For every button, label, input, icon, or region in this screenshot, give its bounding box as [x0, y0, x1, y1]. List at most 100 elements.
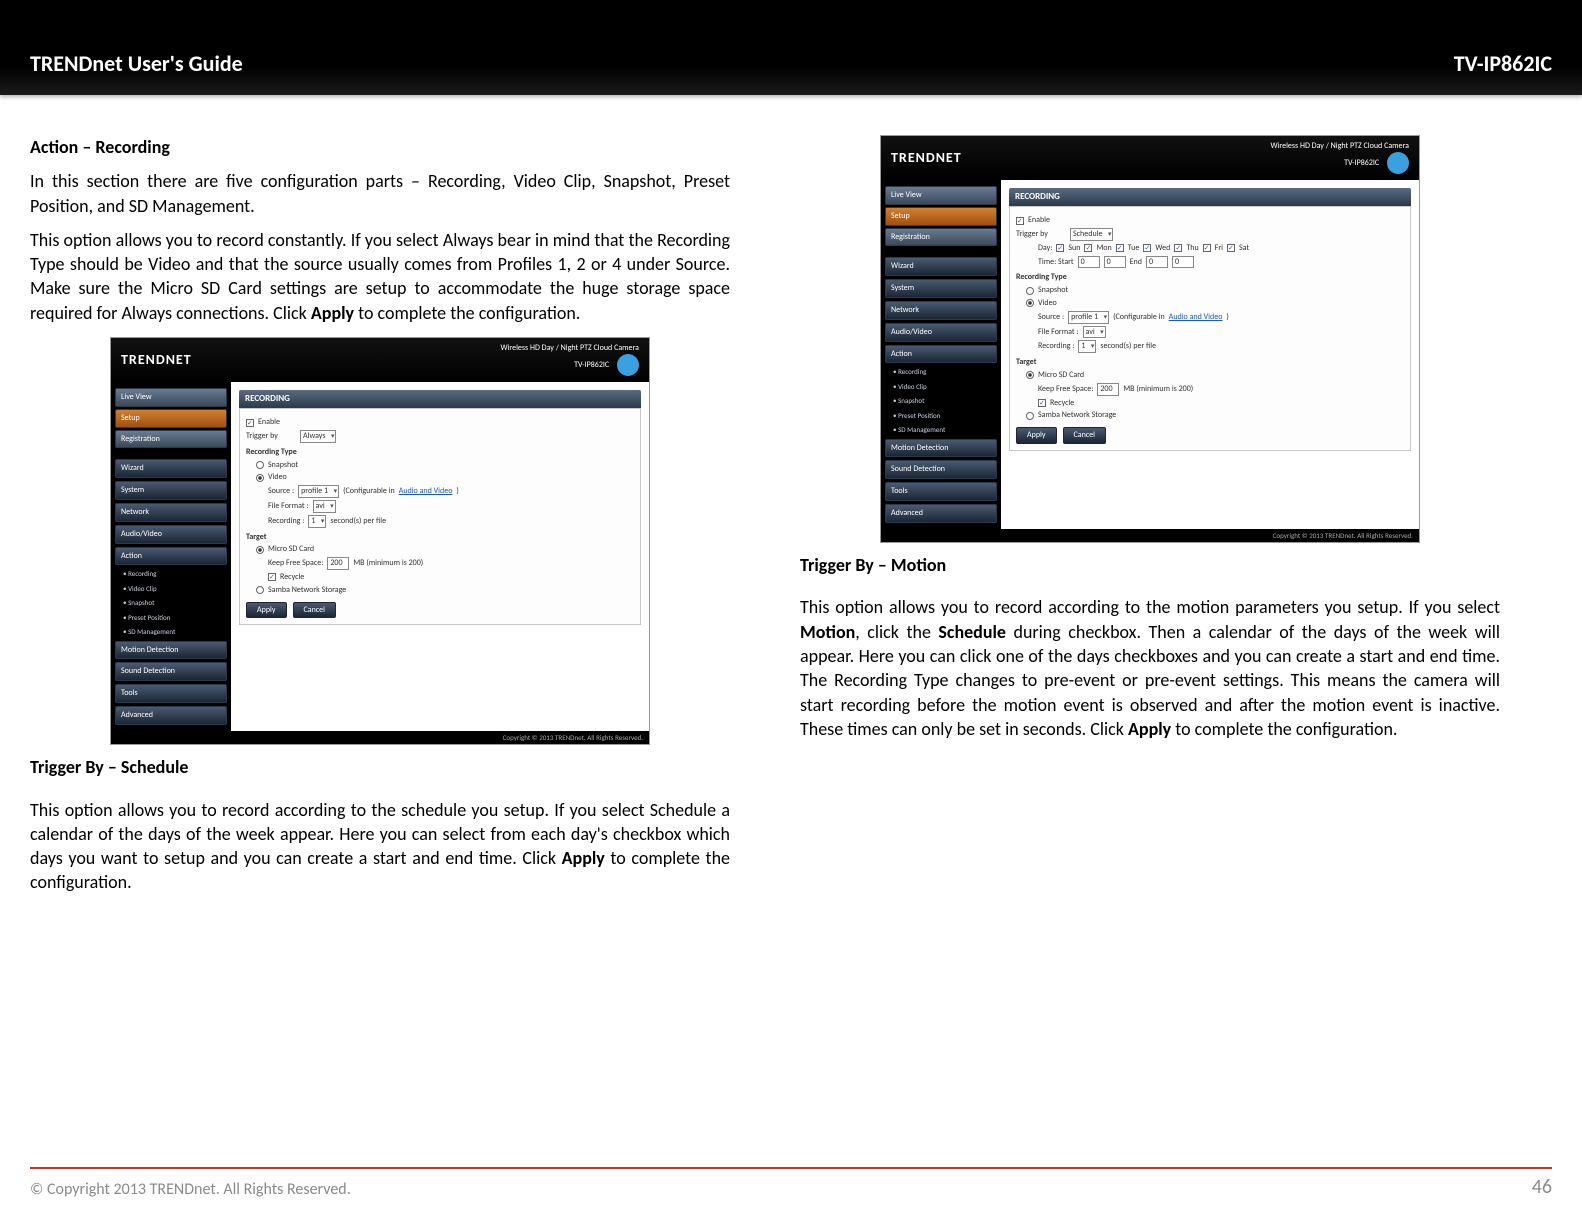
sub-sd-management[interactable]: • SD Management [115, 626, 227, 637]
sub-sd-management[interactable]: • SD Management [885, 424, 997, 435]
file-format-select[interactable]: avi [313, 500, 336, 513]
nav-system[interactable]: System [885, 279, 997, 298]
nav-tools[interactable]: Tools [885, 482, 997, 501]
sub-video-clip[interactable]: • Video Clip [115, 583, 227, 594]
nav-advanced[interactable]: Advanced [115, 706, 227, 725]
recycle-checkbox[interactable] [268, 573, 276, 581]
day-tue-checkbox[interactable] [1116, 244, 1124, 252]
end-min-input[interactable]: 0 [1172, 256, 1194, 269]
micro-sd-label: Micro SD Card [268, 544, 314, 555]
micro-sd-radio[interactable] [1026, 371, 1034, 379]
registration-button[interactable]: Registration [115, 430, 227, 449]
source-select[interactable]: profile 1 [298, 485, 339, 498]
day-thu: Thu [1186, 243, 1198, 254]
snapshot-radio[interactable] [256, 461, 264, 469]
model-number: TV-IP862IC [1454, 50, 1552, 77]
nav-audio-video[interactable]: Audio/Video [885, 323, 997, 342]
recording-seconds-select[interactable]: 1 [308, 515, 326, 528]
live-view-button[interactable]: Live View [115, 388, 227, 407]
trigger-by-select[interactable]: Always [300, 430, 336, 443]
nav-network[interactable]: Network [885, 301, 997, 320]
file-format-label: File Format : [268, 501, 309, 512]
day-fri-checkbox[interactable] [1203, 244, 1211, 252]
sub-preset-position[interactable]: • Preset Position [115, 612, 227, 623]
day-sun-checkbox[interactable] [1056, 244, 1064, 252]
ss-main-panel: RECORDING Enable Trigger bySchedule Day:… [1001, 180, 1419, 529]
day-sun: Sun [1068, 243, 1080, 254]
source-label: Source : [268, 486, 294, 497]
nav-action[interactable]: Action [885, 345, 997, 364]
file-format-select[interactable]: avi [1083, 326, 1106, 339]
nav-audio-video[interactable]: Audio/Video [115, 525, 227, 544]
recycle-label: Recycle [1050, 398, 1074, 409]
day-wed-checkbox[interactable] [1143, 244, 1151, 252]
samba-radio[interactable] [256, 586, 264, 594]
nav-motion-detection[interactable]: Motion Detection [885, 439, 997, 458]
start-hour-input[interactable]: 0 [1078, 256, 1100, 269]
ss-header: TRENDNET Wireless HD Day / Night PTZ Clo… [111, 338, 649, 382]
micro-sd-radio[interactable] [256, 546, 264, 554]
cancel-button[interactable]: Cancel [1063, 427, 1107, 444]
nav-tools[interactable]: Tools [115, 684, 227, 703]
trigger-by-label: Trigger by [246, 431, 296, 442]
audio-video-link[interactable]: Audio and Video [1169, 312, 1223, 323]
setup-button[interactable]: Setup [885, 207, 997, 226]
video-radio[interactable] [256, 474, 264, 482]
enable-checkbox[interactable] [246, 419, 254, 427]
keep-free-hint: MB (minimum is 200) [1123, 384, 1193, 395]
right-column: TRENDNET Wireless HD Day / Night PTZ Clo… [790, 135, 1530, 905]
sub-video-clip[interactable]: • Video Clip [885, 381, 997, 392]
keep-free-input[interactable]: 200 [327, 557, 349, 570]
keep-free-input[interactable]: 200 [1097, 383, 1119, 396]
cancel-button[interactable]: Cancel [293, 602, 337, 619]
nav-wizard[interactable]: Wizard [885, 257, 997, 276]
sub-recording[interactable]: • Recording [115, 568, 227, 579]
live-view-button[interactable]: Live View [885, 186, 997, 205]
nav-advanced[interactable]: Advanced [885, 504, 997, 523]
ss-model: Wireless HD Day / Night PTZ Cloud Camera… [1270, 142, 1409, 174]
day-tue: Tue [1128, 243, 1140, 254]
video-radio[interactable] [1026, 299, 1034, 307]
nav-system[interactable]: System [115, 481, 227, 500]
recording-seconds-select[interactable]: 1 [1078, 340, 1096, 353]
seconds-per-file: second(s) per file [1100, 341, 1156, 352]
nav-motion-detection[interactable]: Motion Detection [115, 641, 227, 660]
nav-sound-detection[interactable]: Sound Detection [885, 460, 997, 479]
trigger-by-select[interactable]: Schedule [1070, 228, 1113, 241]
snapshot-radio[interactable] [1026, 287, 1034, 295]
audio-video-link[interactable]: Audio and Video [399, 486, 453, 497]
schedule-bold: Schedule [938, 621, 1006, 643]
config-hint: (Configurable in [1113, 312, 1165, 323]
enable-checkbox[interactable] [1016, 217, 1024, 225]
sub-preset-position[interactable]: • Preset Position [885, 410, 997, 421]
day-mon-checkbox[interactable] [1084, 244, 1092, 252]
nav-network[interactable]: Network [115, 503, 227, 522]
recycle-label: Recycle [280, 572, 304, 583]
ss-model-line2: TV-IP862IC [1344, 158, 1379, 168]
end-hour-input[interactable]: 0 [1146, 256, 1168, 269]
recycle-checkbox[interactable] [1038, 399, 1046, 407]
apply-bold: Apply [311, 302, 354, 324]
registration-button[interactable]: Registration [885, 228, 997, 247]
setup-button[interactable]: Setup [115, 409, 227, 428]
sub-snapshot[interactable]: • Snapshot [885, 395, 997, 406]
footer-rule [30, 1167, 1552, 1169]
motion-paragraph: This option allows you to record accordi… [800, 595, 1500, 741]
nav-sound-detection[interactable]: Sound Detection [115, 662, 227, 681]
source-select[interactable]: profile 1 [1068, 311, 1109, 324]
start-min-input[interactable]: 0 [1104, 256, 1126, 269]
day-thu-checkbox[interactable] [1174, 244, 1182, 252]
keep-free-hint: MB (minimum is 200) [353, 558, 423, 569]
nav-wizard[interactable]: Wizard [115, 459, 227, 478]
apply-button[interactable]: Apply [1016, 427, 1057, 444]
sub-recording[interactable]: • Recording [885, 366, 997, 377]
schedule-paragraph: This option allows you to record accordi… [30, 798, 730, 895]
sub-snapshot[interactable]: • Snapshot [115, 597, 227, 608]
apply-button[interactable]: Apply [246, 602, 287, 619]
left-column: Action – Recording In this section there… [0, 135, 740, 905]
recording-type-heading: Recording Type [1016, 272, 1404, 283]
samba-radio[interactable] [1026, 412, 1034, 420]
nav-action[interactable]: Action [115, 547, 227, 566]
ss-model-line1: Wireless HD Day / Night PTZ Cloud Camera [1270, 141, 1409, 151]
day-sat-checkbox[interactable] [1227, 244, 1235, 252]
